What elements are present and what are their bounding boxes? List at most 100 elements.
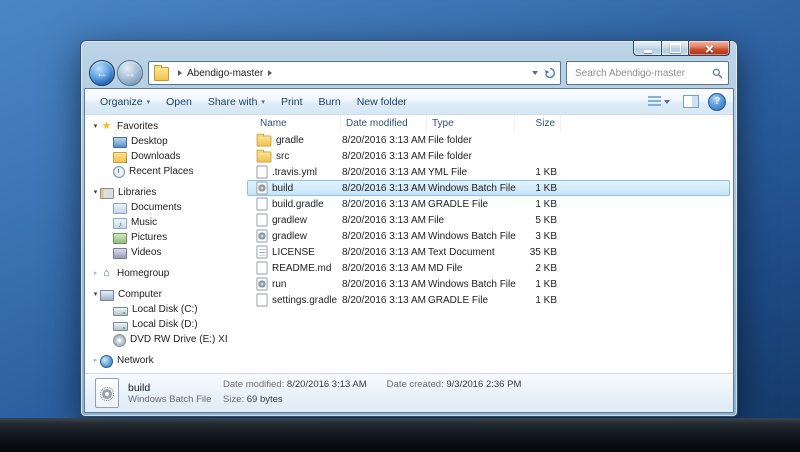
details-pane: build Windows Batch File Date modified: …: [85, 373, 733, 412]
file-name: run: [272, 278, 287, 290]
details-column: Date modified: 8/20/2016 3:13 AM Size: 6…: [223, 378, 367, 407]
file-name-cell: .travis.yml: [256, 165, 342, 179]
file-row[interactable]: src 8/20/2016 3:13 AM File folder: [247, 148, 730, 164]
back-button[interactable]: ←: [89, 60, 115, 86]
sidebar-item-label: Music: [131, 217, 158, 228]
sidebar-item[interactable]: Documents: [89, 200, 247, 215]
file-name: src: [276, 150, 290, 162]
change-view-button[interactable]: [644, 92, 674, 111]
command-item[interactable]: New folder: [349, 93, 415, 111]
file-row[interactable]: run 8/20/2016 3:13 AM Windows Batch File…: [247, 276, 730, 292]
explorer-window: ← → Abendigo-master Search Abendigo-mast…: [80, 40, 738, 417]
maximize-button[interactable]: [661, 41, 689, 56]
file-row[interactable]: README.md 8/20/2016 3:13 AM MD File 2 KB: [247, 260, 730, 276]
file-row[interactable]: LICENSE 8/20/2016 3:13 AM Text Document …: [247, 244, 730, 260]
address-bar[interactable]: Abendigo-master: [148, 61, 561, 85]
file-row[interactable]: settings.gradle 8/20/2016 3:13 AM GRADLE…: [247, 292, 730, 308]
sidebar-item[interactable]: Videos: [89, 245, 247, 260]
sidebar-item-label: Downloads: [131, 151, 181, 162]
sidebar-item[interactable]: DVD RW Drive (E:) XI: [89, 332, 247, 347]
file-name: gradlew: [272, 214, 308, 226]
help-button[interactable]: ?: [708, 92, 726, 111]
breadcrumb-folder-icon: [154, 65, 169, 81]
expander-icon[interactable]: [91, 287, 100, 302]
sidebar-item[interactable]: Homegroup: [89, 266, 247, 281]
file-size: 35 KB: [529, 246, 557, 258]
command-item[interactable]: Burn: [311, 93, 349, 111]
refresh-button[interactable]: [544, 67, 556, 79]
sidebar-item-icon: [113, 233, 127, 244]
sidebar-item[interactable]: Music: [89, 215, 247, 230]
details-column: Date created: 9/3/2016 2:36 PM: [387, 378, 522, 393]
sidebar-item-icon: [113, 166, 125, 178]
command-item-label: Share with: [207, 95, 258, 108]
column-header[interactable]: Type: [427, 115, 515, 132]
file-type: Windows Batch File: [428, 278, 516, 290]
taskbar[interactable]: [0, 418, 800, 452]
sidebar-item[interactable]: Local Disk (D:): [89, 317, 247, 332]
refresh-icon: [544, 67, 556, 79]
close-button[interactable]: [688, 41, 730, 56]
breadcrumb-chevron-icon[interactable]: [178, 70, 182, 76]
column-header[interactable]: Date modified: [341, 115, 427, 132]
expander-icon[interactable]: [91, 185, 100, 200]
sidebar-item-label: Network: [117, 355, 154, 366]
sidebar-item[interactable]: Favorites: [89, 119, 247, 134]
column-header-label: Date modified: [346, 118, 408, 129]
file-name-cell: run: [256, 277, 342, 291]
title-bar[interactable]: [81, 41, 737, 59]
breadcrumb-chevron-icon[interactable]: [268, 70, 273, 76]
forward-button[interactable]: →: [117, 60, 143, 86]
search-box: [566, 61, 729, 85]
command-item-label: Organize: [100, 95, 143, 108]
sidebar-item[interactable]: Desktop: [89, 134, 247, 149]
file-date-modified: 8/20/2016 3:13 AM: [342, 134, 426, 146]
sidebar-item[interactable]: Computer: [89, 287, 247, 302]
file-date-modified: 8/20/2016 3:13 AM: [342, 294, 426, 306]
details-file-name: build: [128, 381, 151, 394]
command-item[interactable]: Open: [158, 93, 200, 111]
file-type: Windows Batch File: [428, 182, 516, 194]
file-icon: [256, 213, 268, 227]
expander-icon[interactable]: [91, 119, 100, 134]
sidebar-item[interactable]: Pictures: [89, 230, 247, 245]
command-item[interactable]: Share with: [200, 93, 273, 111]
sidebar-item[interactable]: Network: [89, 353, 247, 368]
file-date-modified: 8/20/2016 3:13 AM: [342, 198, 426, 210]
sidebar-item[interactable]: Libraries: [89, 185, 247, 200]
file-row[interactable]: gradlew 8/20/2016 3:13 AM File 5 KB: [247, 212, 730, 228]
minimize-button[interactable]: [633, 41, 662, 56]
file-row[interactable]: gradlew 8/20/2016 3:13 AM Windows Batch …: [247, 228, 730, 244]
address-history-dropdown-icon[interactable]: [532, 71, 538, 75]
search-input[interactable]: [573, 66, 712, 80]
column-header[interactable]: Name: [255, 115, 341, 132]
file-size: 1 KB: [535, 166, 557, 178]
navigation-bar: ← → Abendigo-master: [81, 59, 737, 87]
command-item[interactable]: Organize: [92, 93, 158, 111]
sidebar-item-icon: [113, 306, 128, 316]
details-properties: Date modified: 8/20/2016 3:13 AM Size: 6…: [223, 378, 521, 407]
file-row[interactable]: build 8/20/2016 3:13 AM Windows Batch Fi…: [247, 180, 730, 196]
file-name: settings.gradle: [272, 294, 338, 306]
expander-icon[interactable]: [91, 266, 100, 281]
expander-icon[interactable]: [91, 353, 100, 368]
sidebar-item[interactable]: Local Disk (C:): [89, 302, 247, 317]
file-type: GRADLE File: [428, 198, 489, 210]
file-size: 2 KB: [535, 262, 557, 274]
sidebar-item[interactable]: Recent Places: [89, 164, 247, 179]
column-header[interactable]: Size: [515, 115, 561, 132]
file-row[interactable]: build.gradle 8/20/2016 3:13 AM GRADLE Fi…: [247, 196, 730, 212]
sidebar-item-label: Local Disk (D:): [132, 319, 198, 330]
file-row[interactable]: gradle 8/20/2016 3:13 AM File folder: [247, 132, 730, 148]
file-name: gradle: [276, 134, 304, 146]
file-row[interactable]: .travis.yml 8/20/2016 3:13 AM YML File 1…: [247, 164, 730, 180]
file-name-cell: README.md: [256, 261, 342, 275]
sidebar-item-label: Favorites: [117, 121, 159, 132]
preview-pane-button[interactable]: [679, 92, 703, 111]
file-icon: [256, 165, 268, 179]
breadcrumb-item[interactable]: Abendigo-master: [187, 68, 263, 79]
file-date-modified: 8/20/2016 3:13 AM: [342, 246, 426, 258]
command-item[interactable]: Print: [273, 93, 311, 111]
command-bar: Organize Open Share with Print Burn New …: [85, 89, 733, 115]
sidebar-item[interactable]: Downloads: [89, 149, 247, 165]
